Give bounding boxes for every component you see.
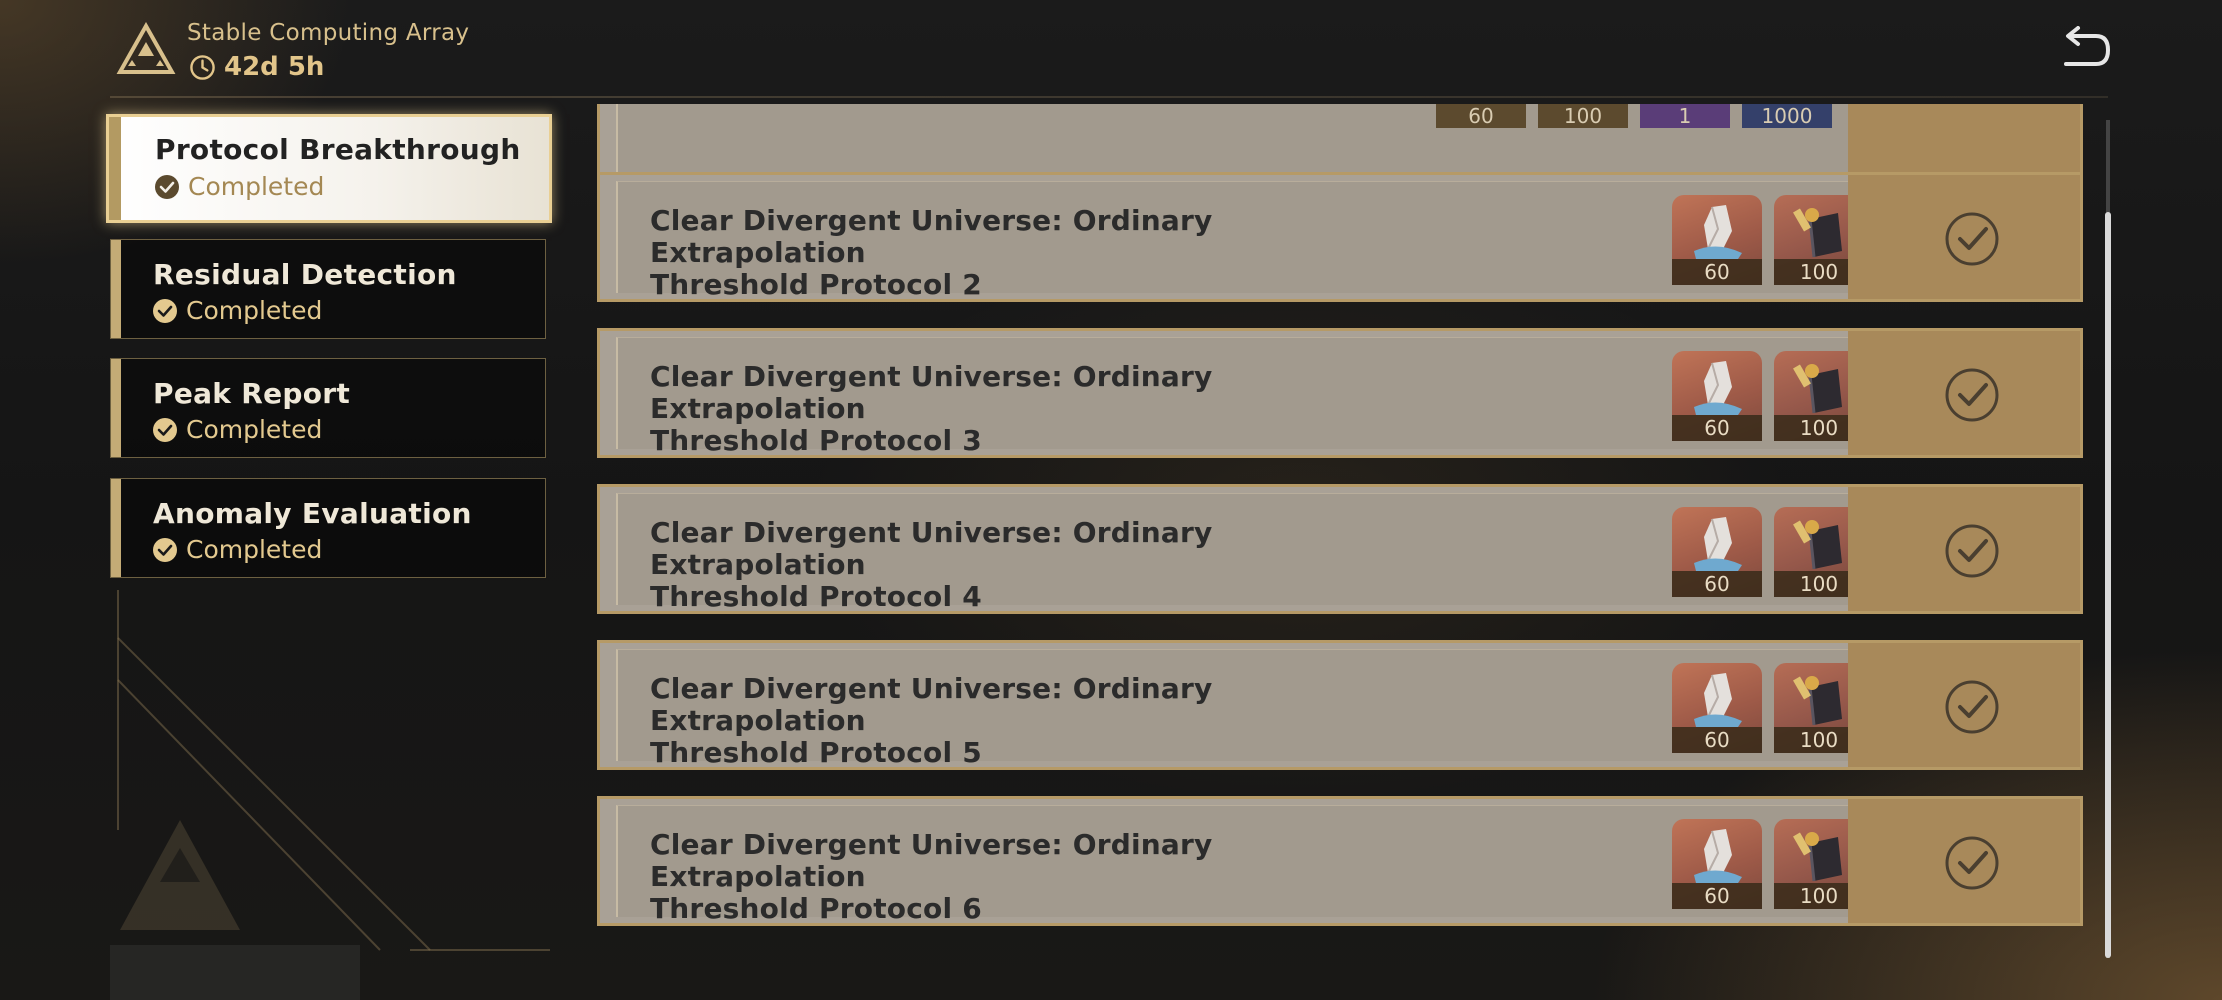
mission-row: Clear Divergent Universe: Ordinary Extra… — [597, 796, 2083, 926]
header-divider — [110, 96, 2108, 98]
scrollbar-thumb[interactable] — [2105, 212, 2111, 958]
reward-qty: 60 — [1672, 415, 1762, 441]
completed-check-icon — [153, 537, 177, 562]
reward-crystal[interactable]: 60 — [1672, 663, 1762, 753]
mission-title: Clear Divergent Universe: Ordinary Extra… — [650, 828, 1213, 925]
reward-qty: 60 — [1436, 104, 1526, 128]
event-title: Stable Computing Array — [187, 20, 470, 46]
clock-icon — [190, 54, 215, 80]
decorative-lines — [110, 590, 550, 1000]
book-icon — [1793, 520, 1842, 570]
book-icon — [1793, 364, 1842, 414]
status-text: Completed — [186, 535, 323, 564]
reward-qty: 60 — [1672, 571, 1762, 597]
book-icon — [1793, 832, 1842, 882]
claimed-check-icon — [1945, 680, 1999, 734]
crystal-icon — [1694, 829, 1742, 883]
tab-status: Completed — [152, 535, 322, 564]
reward-crystal[interactable]: 60 — [1672, 351, 1762, 441]
claimed-check-icon — [1945, 368, 1999, 422]
mission-row: Clear Divergent Universe: Ordinary Extra… — [597, 172, 2083, 302]
crystal-icon — [1694, 517, 1742, 571]
status-text: Completed — [186, 296, 323, 325]
completed-check-icon — [153, 298, 177, 323]
mission-row: Clear Divergent Universe: Ordinary Extra… — [597, 484, 2083, 614]
reward-qty: 60 — [1672, 727, 1762, 753]
tab-label: Residual Detection — [153, 258, 457, 291]
status-text: Completed — [186, 415, 323, 444]
event-timer: 42d 5h — [189, 52, 324, 82]
completed-check-icon — [153, 417, 177, 442]
event-screen: Stable Computing Array 42d 5h Protocol B… — [0, 0, 2222, 1000]
reward-qty: 60 — [1672, 883, 1762, 909]
mission-list[interactable]: 60 100 1 1000 Clear Divergent Universe: … — [592, 104, 2092, 934]
mission-row: Clear Divergent Universe: Ordinary Extra… — [597, 328, 2083, 458]
reward-qty: 100 — [1538, 104, 1628, 128]
tab-status: Completed — [152, 415, 322, 444]
reward-crystal[interactable]: 60 — [1672, 195, 1762, 285]
tab-label: Protocol Breakthrough — [155, 133, 521, 166]
mission-row: Clear Divergent Universe: Ordinary Extra… — [597, 640, 2083, 770]
reward-crystal[interactable]: 60 — [1672, 507, 1762, 597]
reward-qty: 1000 — [1742, 104, 1832, 128]
crystal-icon — [1694, 673, 1742, 727]
crystal-icon — [1694, 205, 1742, 259]
mission-title: Clear Divergent Universe: Ordinary Extra… — [650, 204, 1213, 301]
tab-status: Completed — [152, 296, 322, 325]
crystal-icon — [1694, 361, 1742, 415]
status-text: Completed — [188, 172, 325, 201]
book-icon — [1793, 208, 1842, 258]
triforce-emblem-icon — [116, 22, 176, 74]
tab-label: Peak Report — [153, 377, 351, 410]
reward-qty: 1 — [1640, 104, 1730, 128]
tab-status: Completed — [154, 172, 324, 201]
mission-title: Clear Divergent Universe: Ordinary Extra… — [650, 672, 1213, 769]
claimed-check-icon — [1945, 836, 1999, 890]
tab-protocol-breakthrough[interactable]: Protocol Breakthrough Completed — [106, 114, 552, 223]
claimed-check-icon — [1945, 524, 1999, 578]
book-icon — [1793, 676, 1842, 726]
claimed-check-icon — [1945, 212, 1999, 266]
mission-title: Clear Divergent Universe: Ordinary Extra… — [650, 516, 1213, 613]
tab-label: Anomaly Evaluation — [153, 497, 472, 530]
timer-value: 42d 5h — [224, 52, 325, 82]
tab-peak-report[interactable]: Peak Report Completed — [110, 358, 546, 458]
completed-check-icon — [155, 174, 179, 199]
return-arrow-icon[interactable] — [2058, 26, 2112, 74]
tab-residual-detection[interactable]: Residual Detection Completed — [110, 239, 546, 339]
reward-crystal[interactable]: 60 — [1672, 819, 1762, 909]
tab-anomaly-evaluation[interactable]: Anomaly Evaluation Completed — [110, 478, 546, 578]
reward-qty: 60 — [1672, 259, 1762, 285]
mission-title: Clear Divergent Universe: Ordinary Extra… — [650, 360, 1213, 457]
